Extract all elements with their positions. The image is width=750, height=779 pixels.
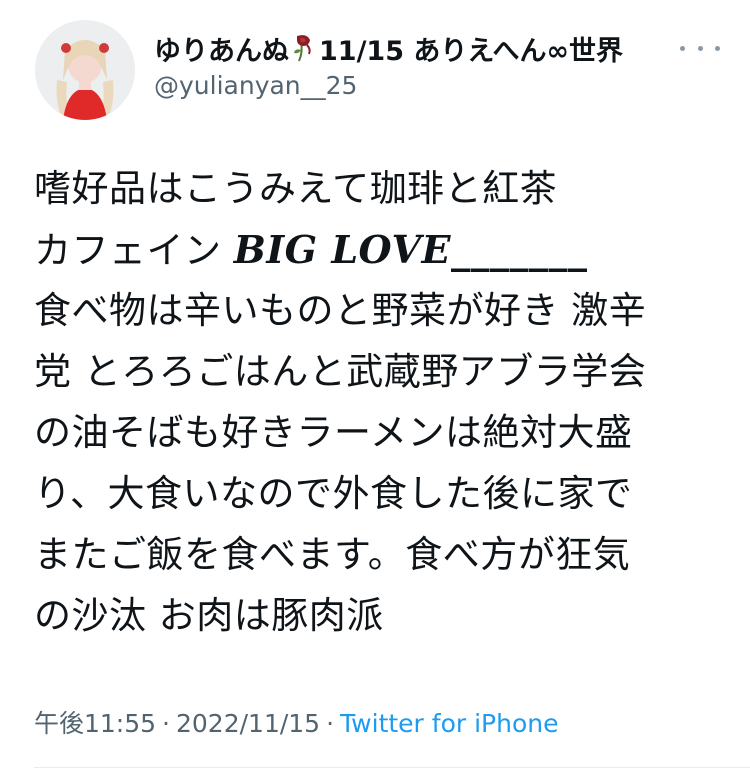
tweet-header: ゆりあんぬ 11/15 ありえへん∞世界 @yulianyan__25 [154,30,674,102]
tweet-date[interactable]: 2022/11/15 [176,709,320,738]
avatar-image [35,20,135,120]
divider [34,767,750,768]
avatar[interactable] [35,20,135,120]
dot-icon [680,45,685,51]
tweet-line: 食べ物は辛いものと野菜が好き 激辛 [34,289,647,332]
dot-icon [697,45,703,51]
tweet-time[interactable]: 午後11:55 [34,709,156,738]
more-options-button[interactable] [680,38,720,58]
tweet-text: 嗜好品はこうみえて珈琲と紅茶 カフェイン BIG LOVE_______ 食べ物… [34,158,724,646]
tweet-line: 嗜好品はこうみえて珈琲と紅茶 [34,167,558,210]
display-name-part: ゆりあんぬ [154,35,289,67]
tweet-source-link[interactable]: Twitter for iPhone [340,709,558,738]
meta-separator: · [326,709,335,738]
tweet-line: 党 とろろごはんと武蔵野アブラ学会 [34,350,647,393]
tweet-meta: 午後11:55 · 2022/11/15 · Twitter for iPhone [34,707,559,741]
tweet-line-text: カフェイン [34,229,234,272]
tweet: ゆりあんぬ 11/15 ありえへん∞世界 @yulianyan__25 嗜好品は… [0,0,750,779]
tweet-line: の油そばも好きラーメンは絶対大盛 [34,411,633,454]
user-handle[interactable]: @yulianyan__25 [154,70,674,102]
display-name[interactable]: ゆりあんぬ 11/15 ありえへん∞世界 [154,30,674,67]
meta-separator: · [162,709,170,738]
tweet-line: カフェイン BIG LOVE_______ [34,219,724,280]
tweet-line: またご飯を食べます。食べ方が狂気 [34,533,631,576]
tweet-line: の沙汰 お肉は豚肉派 [34,594,384,637]
dot-icon [715,45,720,51]
wilted-rose-icon [291,34,317,62]
styled-text: BIG LOVE_______ [233,227,588,272]
display-name-part: 11/15 ありえへん∞世界 [319,35,624,67]
tweet-line: り、大食いなので外食した後に家で [34,472,633,515]
